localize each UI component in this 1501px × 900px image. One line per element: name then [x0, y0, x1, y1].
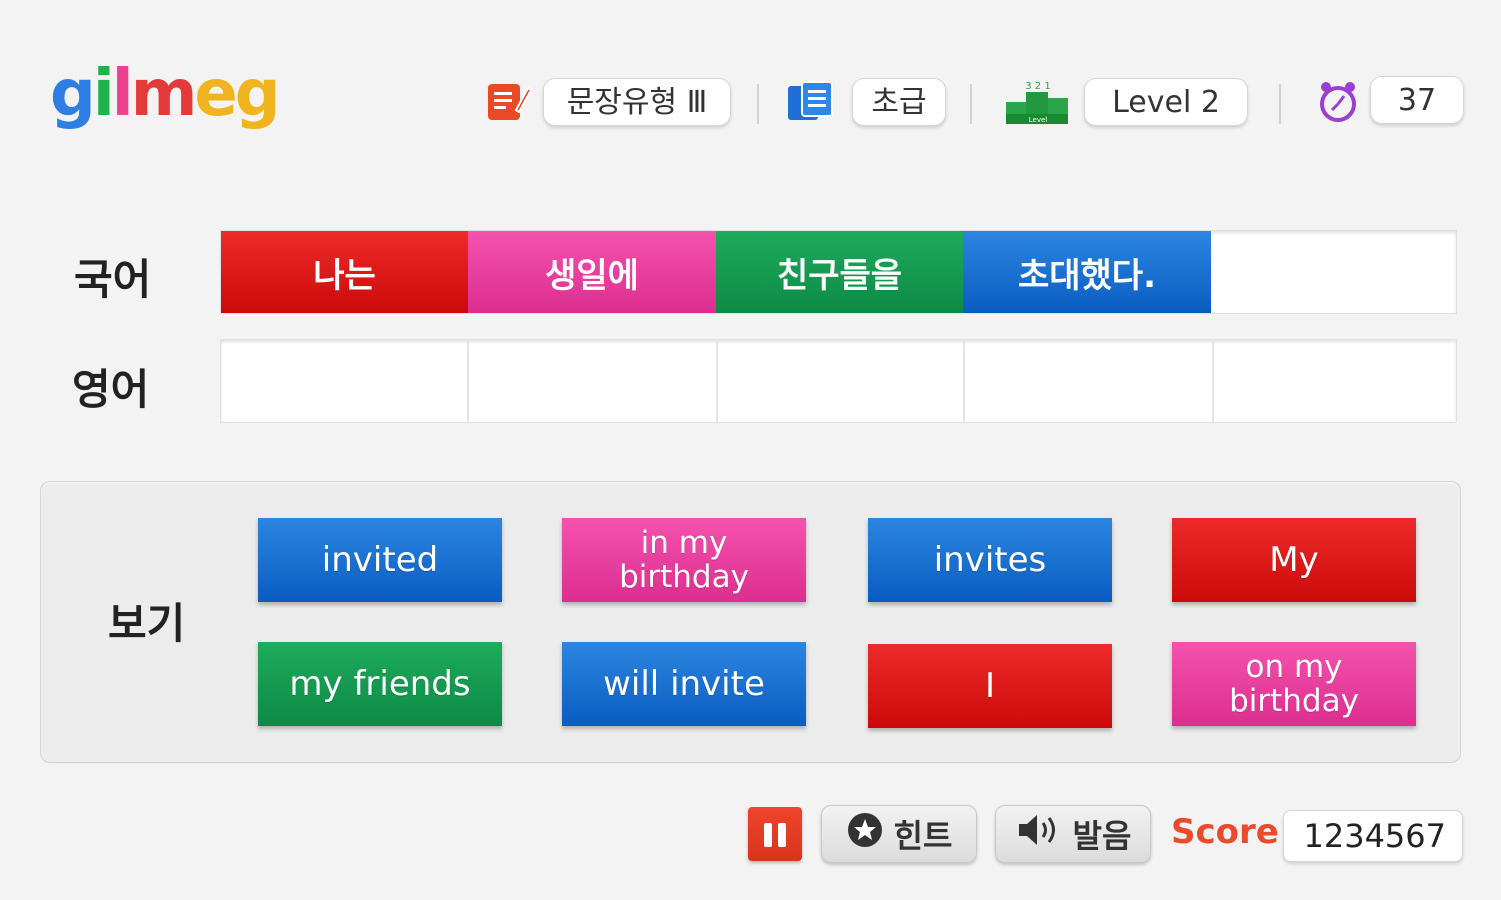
logo-letter-g2: g	[234, 57, 281, 131]
header-divider	[757, 84, 759, 124]
answer-slot[interactable]	[1214, 340, 1456, 422]
sentence-type-icon	[486, 80, 533, 126]
korean-word-empty	[1211, 231, 1456, 313]
korean-word: 나는	[221, 231, 468, 313]
book-icon	[786, 80, 836, 126]
choice-card-on-my-birthday[interactable]: on my birthday	[1172, 642, 1416, 726]
answer-slot[interactable]	[718, 340, 965, 422]
choice-card-in-my-birthday[interactable]: in my birthday	[562, 518, 806, 602]
hint-label: 힌트	[893, 817, 953, 855]
header-divider	[1279, 84, 1281, 124]
korean-word: 친구들을	[716, 231, 963, 313]
score-label: Score	[1171, 812, 1279, 852]
header-divider	[970, 84, 972, 124]
pronounce-button[interactable]: 발음	[995, 805, 1151, 863]
timer-display: 37	[1370, 76, 1464, 124]
pause-button[interactable]	[748, 807, 802, 861]
logo-letter-l: l	[111, 57, 134, 131]
english-answer-row	[220, 339, 1457, 423]
pronounce-label: 발음	[1072, 817, 1132, 855]
choices-label: 보기	[108, 599, 186, 648]
podium-level-icon: 3 2 1 Level	[1004, 78, 1072, 130]
answer-slot[interactable]	[965, 340, 1214, 422]
answer-slot[interactable]	[221, 340, 469, 422]
logo-letter-i: i	[92, 57, 115, 131]
choice-card-i[interactable]: I	[868, 644, 1112, 728]
gilmeg-logo: gilmeg	[50, 57, 281, 131]
answer-slot[interactable]	[469, 340, 718, 422]
choice-card-my-friends[interactable]: my friends	[258, 642, 502, 726]
level-icon-caption: Level	[1029, 116, 1048, 124]
english-row-label: 영어	[72, 365, 150, 414]
speaker-icon	[1015, 811, 1063, 857]
korean-sentence-row: 나는 생일에 친구들을 초대했다.	[220, 230, 1457, 314]
sentence-type-badge: 문장유형 Ⅲ	[543, 78, 731, 126]
korean-row-label: 국어	[74, 255, 152, 304]
logo-letter-e: e	[194, 57, 237, 131]
choice-card-invited[interactable]: invited	[258, 518, 502, 602]
grade-badge: 초급	[852, 78, 946, 126]
choice-card-my[interactable]: My	[1172, 518, 1416, 602]
logo-letter-g: g	[50, 57, 96, 131]
level-badge: Level 2	[1084, 78, 1248, 126]
star-icon	[846, 811, 884, 857]
score-value: 1234567	[1283, 810, 1463, 862]
choice-card-invites[interactable]: invites	[868, 518, 1112, 602]
level-icon-numbers: 3 2 1	[1025, 81, 1050, 92]
alarm-clock-icon	[1314, 78, 1362, 130]
logo-letter-m: m	[130, 57, 198, 131]
hint-button[interactable]: 힌트	[821, 805, 977, 863]
korean-word: 생일에	[468, 231, 716, 313]
choice-card-will-invite[interactable]: will invite	[562, 642, 806, 726]
korean-word: 초대했다.	[963, 231, 1211, 313]
